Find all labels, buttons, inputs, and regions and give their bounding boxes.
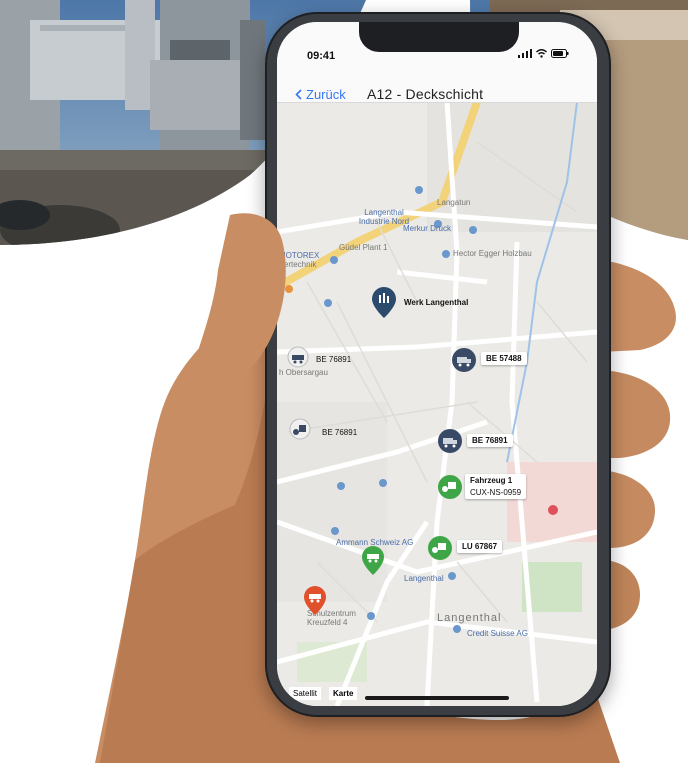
marker-label: Werk Langenthal	[404, 298, 469, 307]
chevron-left-icon	[295, 89, 302, 100]
paver-icon	[304, 586, 326, 615]
marker-label: BE 76891	[322, 428, 358, 437]
paver-icon	[287, 346, 309, 368]
navigation-bar: Zurück A12 - Deckschicht	[277, 62, 597, 103]
plant-icon	[372, 287, 396, 318]
satellite-toggle[interactable]: Satellit	[289, 687, 322, 700]
battery-icon	[551, 49, 569, 58]
status-time: 09:41	[307, 50, 336, 62]
smartphone: 09:41 Zurück A12 - Deckschicht Langentha…	[265, 12, 611, 717]
place-label: Fertechnik	[279, 260, 317, 269]
wifi-icon	[536, 49, 547, 58]
marker-be76891-truck[interactable]	[437, 428, 463, 459]
marker-orange-paver[interactable]	[303, 586, 327, 621]
status-icons	[518, 49, 569, 58]
marker-label: BE 76891	[316, 355, 352, 364]
place-label: MOTOREX	[279, 251, 320, 260]
back-button[interactable]: Zurück	[295, 87, 346, 102]
marker-be76891-paver[interactable]	[287, 346, 309, 373]
map-view[interactable]: Langenthal Industrie Nord Langatun Merku…	[277, 102, 597, 706]
roller-icon	[289, 418, 311, 440]
place-label: Güdel Plant 1	[339, 243, 388, 252]
signal-bars-icon	[518, 49, 532, 58]
home-indicator[interactable]	[365, 696, 509, 700]
marker-green-paver[interactable]	[361, 546, 385, 581]
roller-icon	[428, 536, 452, 560]
place-label: Merkur Druck	[403, 224, 452, 233]
marker-label: BE 76891	[467, 434, 513, 447]
truck-icon	[438, 429, 462, 453]
phone-screen: 09:41 Zurück A12 - Deckschicht Langentha…	[277, 22, 597, 706]
place-label: Credit Suisse AG	[467, 629, 528, 638]
place-label: Langenthal	[404, 574, 444, 583]
vehicle-plate: CUX-NS-0959	[470, 488, 522, 497]
map-toggle[interactable]: Karte	[329, 687, 358, 700]
marketing-scene: 09:41 Zurück A12 - Deckschicht Langentha…	[0, 0, 688, 763]
place-label: Langatun	[437, 198, 471, 207]
phone-notch	[359, 22, 519, 52]
fahrzeug1-label: Fahrzeug 1 CUX-NS-0959	[465, 474, 527, 499]
map-type-toggle: Satellit Karte	[289, 687, 358, 700]
roller-icon	[438, 475, 462, 499]
marker-werk[interactable]	[371, 287, 397, 324]
place-label: Hector Egger Holzbau	[453, 249, 532, 258]
page-title: A12 - Deckschicht	[367, 86, 484, 102]
back-label: Zurück	[306, 87, 346, 102]
truck-icon	[452, 348, 476, 372]
marker-fahrzeug1[interactable]	[437, 474, 463, 505]
marker-be76891-roller[interactable]	[289, 418, 311, 445]
paver-icon	[362, 546, 384, 575]
marker-label: LU 67867	[457, 540, 503, 553]
vehicle-name: Fahrzeug 1	[470, 476, 513, 485]
marker-label: BE 57488	[481, 352, 527, 365]
marker-lu67867[interactable]	[427, 535, 453, 566]
place-label: Langenthal	[437, 612, 502, 624]
marker-be57488[interactable]	[451, 347, 477, 378]
